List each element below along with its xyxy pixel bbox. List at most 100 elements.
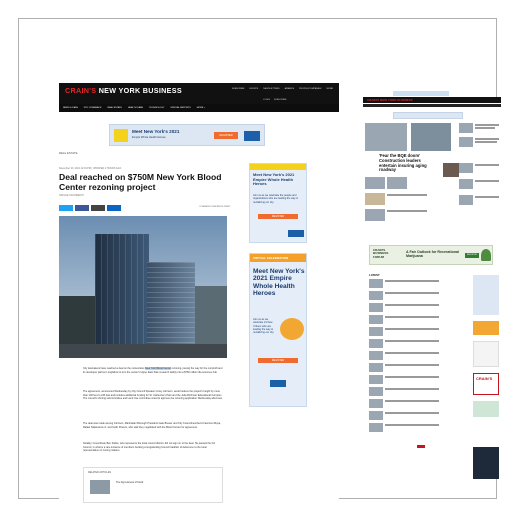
sidebar-ad[interactable] [473, 447, 499, 479]
story-thumb[interactable] [459, 123, 473, 133]
forum-brand: CRAIN'S BUSINESS FORUM [373, 248, 389, 259]
top-link-subscribe[interactable]: SUBSCRIBE [232, 88, 245, 90]
ad-top-stripe [250, 164, 306, 170]
top-link-newsletters[interactable]: NEWSLETTERS [263, 88, 279, 90]
nav-news[interactable]: NEWS & DATA [63, 107, 78, 109]
photo-street [59, 344, 227, 358]
sidebar-widget[interactable] [473, 341, 499, 367]
story-thumb[interactable] [369, 279, 383, 288]
story-thumb[interactable] [369, 423, 383, 432]
related-link[interactable]: The big business of blood [116, 481, 143, 484]
ad-register-button[interactable]: REGISTER [258, 358, 298, 363]
article-date: November 23, 2021 12:04 PM | UPDATED 2 H… [59, 167, 122, 170]
story-text [385, 412, 439, 414]
facebook-share-button[interactable] [75, 205, 89, 211]
ad-badge-icon [114, 129, 128, 142]
ad-title: Meet New York's 2021 Empire Whole Health… [253, 172, 295, 187]
story-text [475, 180, 499, 182]
sidebar-ad[interactable] [473, 275, 499, 315]
article-tools[interactable]: COMMENTS REPRINTS PRINT [199, 206, 231, 208]
ad-banner[interactable] [393, 112, 463, 119]
article-photo [59, 216, 227, 358]
story-thumb[interactable] [369, 327, 383, 336]
story-text [475, 141, 497, 143]
top-link-people[interactable]: PEOPLE/COMPANIES [299, 88, 321, 90]
story-thumb[interactable] [369, 387, 383, 396]
site-logo[interactable]: CRAIN'S NEW YORK BUSINESS [65, 86, 182, 95]
sidebar-ad[interactable] [473, 321, 499, 335]
story-text [385, 352, 439, 354]
site-logo[interactable]: CRAIN'S NEW YORK BUSINESS [367, 98, 413, 102]
story-thumb[interactable] [365, 193, 385, 205]
story-thumb[interactable] [459, 195, 473, 205]
story-photo[interactable] [365, 123, 407, 151]
twitter-share-button[interactable] [59, 205, 73, 211]
top-link-events[interactable]: EVENTS [249, 88, 258, 90]
nav-real-estate[interactable]: REAL ESTATE [108, 107, 122, 109]
highlighted-link[interactable]: New York Blood Center [145, 367, 171, 370]
ad-register-button[interactable]: REGISTER [258, 214, 298, 219]
story-thumb[interactable] [459, 163, 473, 173]
subscribe-link[interactable]: SUBSCRIBE [274, 99, 287, 101]
lead-photo[interactable] [411, 123, 451, 151]
banner-register-button[interactable]: REGISTER [214, 132, 238, 139]
top-ad-banner[interactable]: Meet New York's 2021 Empire Whole Health… [109, 124, 265, 146]
sidebar-ad-2[interactable]: VIRTUAL CELEBRATION Meet New York's 2021… [249, 253, 307, 407]
latest-label: LATEST [369, 273, 380, 277]
article-page: CRAIN'S NEW YORK BUSINESS SUBSCRIBE EVENT… [59, 83, 339, 503]
linkedin-share-button[interactable] [107, 205, 121, 211]
forum-register-button[interactable]: REGISTER [465, 253, 479, 258]
main-nav: NEWS & DATA NYC COMEBACK REAL ESTATE HEALTH… [59, 104, 339, 112]
story-text [475, 124, 499, 126]
nav-technology[interactable]: TECHNOLOGY [149, 107, 164, 109]
lead-headline[interactable]: 'Fear the BQE doom' Construction leaders… [379, 153, 439, 173]
section-label[interactable]: REAL ESTATE [59, 151, 77, 155]
story-thumb[interactable] [387, 177, 407, 189]
crains-promo[interactable]: CRAIN'S [473, 373, 499, 395]
top-link-awards[interactable]: AWARDS [285, 88, 294, 90]
sponsor-logo [244, 131, 260, 141]
sidebar-ad-1[interactable]: Meet New York's 2021 Empire Whole Health… [249, 163, 307, 243]
sidebar-widget[interactable] [473, 401, 499, 417]
email-share-button[interactable] [91, 205, 105, 211]
login-link[interactable]: LOGIN [263, 99, 270, 101]
article-byline[interactable]: NATALIE SACHMECHI [59, 194, 84, 197]
nav-health-care[interactable]: HEALTH CARE [128, 107, 143, 109]
story-thumb[interactable] [369, 339, 383, 348]
story-thumb[interactable] [369, 291, 383, 300]
banner-text: Meet New York's 2021 [132, 129, 180, 134]
story-thumb[interactable] [459, 179, 473, 189]
story-thumb[interactable] [369, 411, 383, 420]
story-thumb[interactable] [369, 303, 383, 312]
story-text [385, 328, 439, 330]
related-label: RELATED ARTICLES [88, 471, 112, 474]
related-thumbnail[interactable] [90, 480, 110, 494]
ad-badge-icon [280, 318, 304, 340]
story-thumb[interactable] [365, 209, 385, 221]
story-thumb[interactable] [369, 375, 383, 384]
story-thumb[interactable] [369, 363, 383, 372]
story-text [385, 400, 439, 402]
photo-tower [95, 234, 149, 358]
person-photo[interactable] [443, 163, 459, 177]
story-text [385, 364, 439, 366]
story-thumb[interactable] [369, 399, 383, 408]
forum-banner[interactable]: CRAIN'S BUSINESS FORUM A Fair Outlook fo… [369, 245, 493, 265]
more-button[interactable] [417, 445, 425, 448]
crains-logo: CRAIN'S [476, 376, 493, 381]
top-ad-banner[interactable] [393, 91, 449, 96]
account-bar: LOGIN SUBSCRIBE [59, 97, 339, 104]
share-buttons [59, 205, 123, 212]
story-text [385, 280, 439, 282]
story-thumb[interactable] [369, 315, 383, 324]
story-thumb[interactable] [369, 351, 383, 360]
story-text [385, 316, 439, 318]
nav-more[interactable]: MORE + [197, 107, 205, 109]
sponsor-logo [270, 380, 286, 387]
nav-special-reports[interactable]: SPECIAL REPORTS [170, 107, 190, 109]
top-link-more[interactable]: MORE [326, 88, 333, 90]
masthead-bar: CRAIN'S NEW YORK BUSINESS [363, 97, 501, 103]
story-thumb[interactable] [459, 137, 473, 147]
nav-comeback[interactable]: NYC COMEBACK [84, 107, 102, 109]
story-thumb[interactable] [365, 177, 385, 189]
